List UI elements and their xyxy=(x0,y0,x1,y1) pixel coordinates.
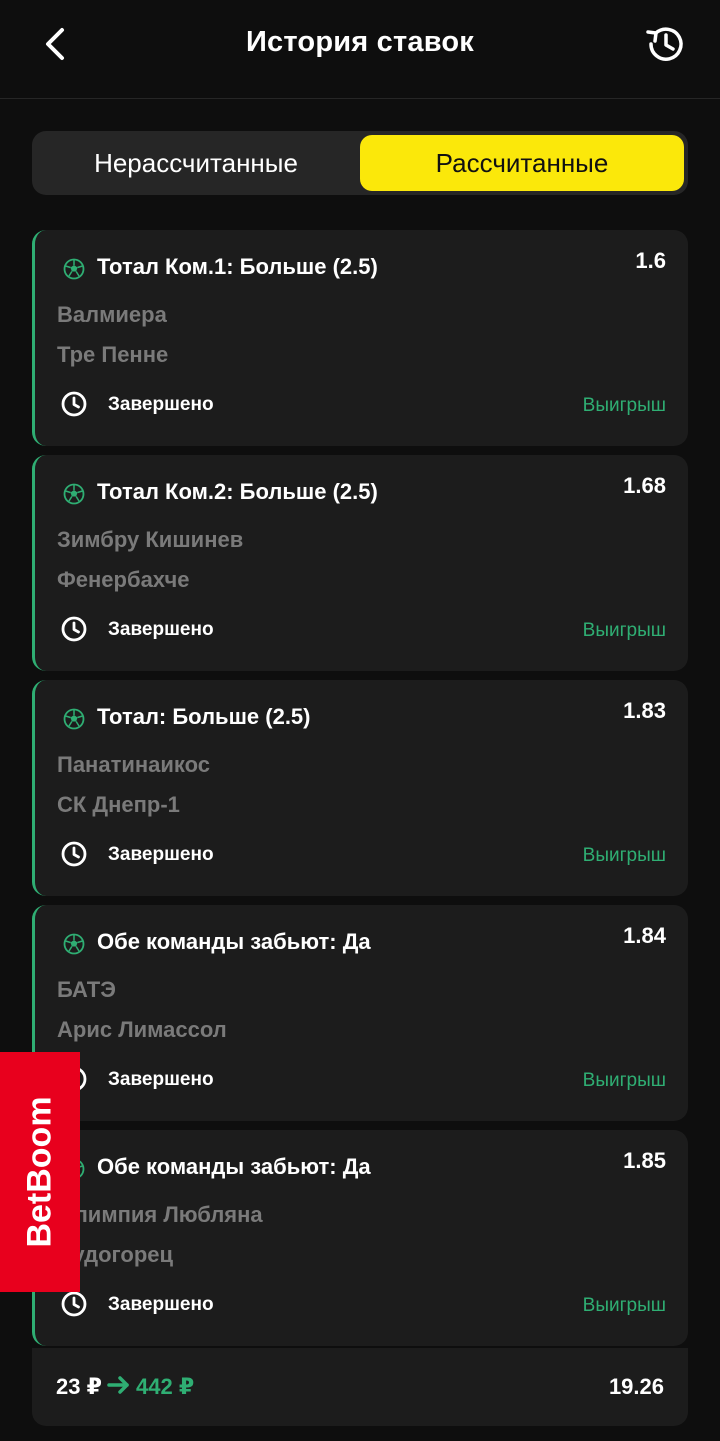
bet-result: Выигрыш xyxy=(582,1295,666,1316)
bet-odds: 1.84 xyxy=(623,923,666,948)
team-home: БАТЭ xyxy=(57,977,116,1002)
bet-status: Завершено xyxy=(108,1294,214,1315)
clock-icon xyxy=(61,391,87,417)
bet-card[interactable]: Тотал Ком.2: Больше (2.5) 1.68 Зимбру Киши… xyxy=(32,455,688,671)
clock-icon xyxy=(61,1291,87,1317)
bet-odds: 1.68 xyxy=(623,473,666,498)
football-icon xyxy=(63,483,85,505)
bet-status: Завершено xyxy=(108,844,214,865)
team-home: Зимбру Кишинев xyxy=(57,527,244,552)
payout-amount: 442 ₽ xyxy=(136,1374,195,1399)
brand-logo-text: BetBoom xyxy=(20,1096,59,1248)
bet-market: Тотал Ком.1: Больше (2.5) xyxy=(97,254,378,279)
bet-filter-tabs: Нерассчитанные Рассчитанные xyxy=(32,131,688,195)
team-away: Арис Лимассол xyxy=(57,1017,227,1042)
bet-result: Выигрыш xyxy=(582,1070,666,1091)
express-summary: 23 ₽ 442 ₽ 19.26 xyxy=(32,1348,688,1426)
top-bar: История ставок xyxy=(0,0,720,99)
team-home: Валмиера xyxy=(57,302,167,327)
bet-result: Выигрыш xyxy=(582,620,666,641)
bet-market: Обе команды забьют: Да xyxy=(97,1154,371,1179)
team-away: СК Днепр-1 xyxy=(57,792,180,817)
football-icon xyxy=(63,258,85,280)
bet-odds: 1.85 xyxy=(623,1148,666,1173)
bet-status: Завершено xyxy=(108,619,214,640)
bet-list: Тотал Ком.1: Больше (2.5) 1.6 Валмиера Тре … xyxy=(32,230,688,1355)
tab-settled[interactable]: Рассчитанные xyxy=(360,135,684,191)
football-icon xyxy=(63,708,85,730)
bet-card[interactable]: Тотал Ком.1: Больше (2.5) 1.6 Валмиера Тре … xyxy=(32,230,688,446)
bet-result: Выигрыш xyxy=(582,845,666,866)
team-home: Олимпия Любляна xyxy=(57,1202,263,1227)
team-away: Тре Пенне xyxy=(57,342,169,367)
bet-result: Выигрыш xyxy=(582,395,666,416)
stake-amount: 23 ₽ xyxy=(56,1374,102,1399)
bet-market: Тотал: Больше (2.5) xyxy=(97,704,311,729)
total-odds: 19.26 xyxy=(608,1374,664,1399)
history-icon[interactable] xyxy=(642,22,690,66)
bet-status: Завершено xyxy=(108,394,214,415)
team-away: Фенербахче xyxy=(57,567,190,592)
bet-card[interactable]: Тотал: Больше (2.5) 1.83 Панатинаикос СК Дн… xyxy=(32,680,688,896)
bet-status: Завершено xyxy=(108,1069,214,1090)
football-icon xyxy=(63,933,85,955)
tab-unsettled[interactable]: Нерассчитанные xyxy=(36,135,356,191)
bet-card[interactable]: Обе команды забьют: Да 1.85 Олимпия Люблян… xyxy=(32,1130,688,1346)
arrow-right-icon xyxy=(107,1376,129,1394)
bet-market: Обе команды забьют: Да xyxy=(97,929,371,954)
page-title: История ставок xyxy=(246,26,474,58)
bet-odds: 1.6 xyxy=(635,248,666,273)
betboom-badge[interactable]: BetBoom xyxy=(0,1052,80,1292)
bet-market: Тотал Ком.2: Больше (2.5) xyxy=(97,479,378,504)
bet-card[interactable]: Обе команды забьют: Да 1.84 БАТЭ Арис Лимас… xyxy=(32,905,688,1121)
clock-icon xyxy=(61,616,87,642)
bet-odds: 1.83 xyxy=(623,698,666,723)
clock-icon xyxy=(61,841,87,867)
team-home: Панатинаикос xyxy=(57,752,211,777)
